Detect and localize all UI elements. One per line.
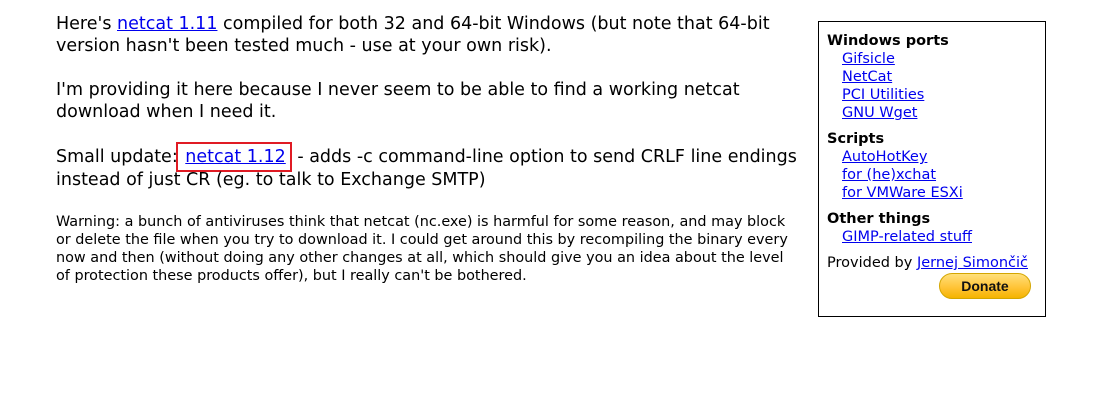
provided-by-label: Provided by bbox=[827, 255, 917, 271]
sidebar-link-gifsicle[interactable]: Gifsicle bbox=[842, 51, 895, 67]
sidebar-link-autohotkey[interactable]: AutoHotKey bbox=[842, 149, 927, 165]
update-text-start: Small update: bbox=[56, 147, 184, 167]
intro-text-start: Here's bbox=[56, 14, 117, 34]
sidebar-link-gnu-wget[interactable]: GNU Wget bbox=[842, 105, 917, 121]
section-title-scripts: Scripts bbox=[827, 131, 885, 147]
provided-by: Provided by Jernej Simončič bbox=[827, 254, 1037, 272]
section-title-other-things: Other things bbox=[827, 211, 931, 227]
netcat-1-11-link[interactable]: netcat 1.11 bbox=[117, 14, 217, 34]
netcat-1-12-link[interactable]: netcat 1.12 bbox=[185, 147, 285, 167]
sidebar: Windows ports Gifsicle NetCat PCI Utilit… bbox=[818, 21, 1046, 317]
sidebar-link-hexchat[interactable]: for (he)xchat bbox=[842, 167, 936, 183]
sidebar-link-gimp[interactable]: GIMP-related stuff bbox=[842, 229, 972, 245]
update-paragraph: Small update: netcat 1.12 - adds -c comm… bbox=[56, 142, 801, 191]
reason-paragraph: I'm providing it here because I never se… bbox=[56, 80, 740, 122]
sidebar-link-netcat[interactable]: NetCat bbox=[842, 69, 892, 85]
section-title-windows-ports: Windows ports bbox=[827, 33, 949, 49]
donate-button[interactable]: Donate bbox=[939, 273, 1031, 299]
main-content: Here's netcat 1.11 compiled for both 32 … bbox=[56, 13, 801, 307]
windows-ports-list: Gifsicle NetCat PCI Utilities GNU Wget bbox=[827, 50, 1037, 122]
author-link[interactable]: Jernej Simončič bbox=[917, 255, 1028, 271]
sidebar-link-vmware-esxi[interactable]: for VMWare ESXi bbox=[842, 185, 963, 201]
donate-container: Donate bbox=[827, 273, 1037, 299]
sidebar-link-pci-utilities[interactable]: PCI Utilities bbox=[842, 87, 924, 103]
other-things-list: GIMP-related stuff bbox=[827, 228, 1037, 246]
scripts-list: AutoHotKey for (he)xchat for VMWare ESXi bbox=[827, 148, 1037, 202]
antivirus-warning: Warning: a bunch of antiviruses think th… bbox=[56, 214, 788, 284]
intro-paragraph: Here's netcat 1.11 compiled for both 32 … bbox=[56, 13, 801, 57]
highlight-box: netcat 1.12 bbox=[176, 142, 292, 172]
